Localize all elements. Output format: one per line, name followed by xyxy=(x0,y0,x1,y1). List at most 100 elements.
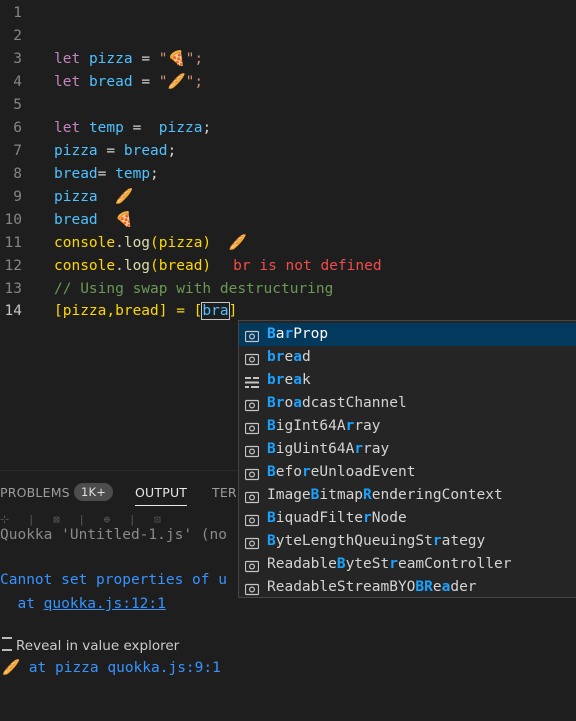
string-end: "; xyxy=(185,51,204,67)
code-line[interactable]: 12 console.log(bread) br is not defined xyxy=(0,255,576,278)
string-quote: " xyxy=(158,74,168,90)
output-toolbar-icons: ⊹ | ⊠ | ⊕ | ⊡ xyxy=(0,513,167,526)
suggestion-item[interactable]: BroadcastChannel xyxy=(239,392,576,415)
suggestion-item[interactable]: bread xyxy=(239,346,576,369)
line-number: 6 xyxy=(13,120,22,136)
label-segment: ategy xyxy=(441,533,486,549)
code-line[interactable]: 13 // Using swap with destructuring xyxy=(0,278,576,301)
suggestion-item[interactable]: ReadableByteStreamController xyxy=(239,553,576,576)
symbol-variable-icon xyxy=(244,397,260,412)
keyword: let xyxy=(54,74,81,90)
code-line[interactable]: 6 let temp = pizza; xyxy=(0,117,576,140)
operator: = xyxy=(106,143,116,159)
match-highlight: r xyxy=(432,533,442,549)
tab-problems[interactable]: PROBLEMS 1K+ xyxy=(0,483,114,501)
destructuring-expression: [pizza,bread] = [ xyxy=(54,303,203,319)
pizza-emoji: 🍕 xyxy=(167,51,186,67)
code-line[interactable]: 10 bread 🍕 xyxy=(0,209,576,232)
output-trace-line: 🥖 at pizza quokka.js:9:1 xyxy=(2,660,221,676)
label-segment: Node xyxy=(371,510,407,526)
suggestion-item[interactable]: break xyxy=(239,369,576,392)
suggestion-label: BarProp xyxy=(267,323,328,346)
identifier: console xyxy=(54,258,116,274)
call-args: (pizza) xyxy=(150,235,212,251)
string-end: "; xyxy=(185,74,204,90)
suggestion-item[interactable]: ByteLengthQueuingStrategy xyxy=(239,530,576,553)
suggestion-item[interactable]: BarProp xyxy=(239,323,576,346)
code-line[interactable]: 2 xyxy=(0,25,576,48)
identifier: pizza xyxy=(158,120,203,136)
output-stack-line: at quokka.js:12:1 xyxy=(0,596,166,612)
code-line[interactable]: 3 let pizza = "🍕"; xyxy=(0,48,576,71)
reveal-in-value-explorer[interactable]: Reveal in value explorer xyxy=(2,637,179,654)
string-quote: " xyxy=(158,51,168,67)
symbol-variable-icon xyxy=(244,351,260,366)
match-highlight: a xyxy=(293,372,302,388)
suggestion-item[interactable]: BigUint64Array xyxy=(239,438,576,461)
label-segment: itmap xyxy=(319,487,364,503)
line-number: 1 xyxy=(13,5,22,21)
symbol-keyword-icon xyxy=(245,374,259,388)
code-line[interactable]: 5 xyxy=(0,94,576,117)
code-line[interactable]: 1 xyxy=(0,2,576,25)
match-highlight: r xyxy=(284,326,294,342)
label-segment: der xyxy=(450,579,477,595)
identifier: bread xyxy=(54,212,98,228)
keyword: let xyxy=(54,120,81,136)
keyword: let xyxy=(54,51,81,67)
code-line[interactable]: 9 pizza 🥖 xyxy=(0,186,576,209)
label-segment: e xyxy=(284,372,294,388)
suggestion-label: ReadableByteStreamController xyxy=(267,553,511,576)
operator: = xyxy=(132,120,142,136)
punctuation: ; xyxy=(202,120,212,136)
source-link[interactable]: quokka.js:12:1 xyxy=(44,596,166,612)
label-segment: dcastChannel xyxy=(301,395,407,411)
suggestion-label: ReadableStreamBYOBReader xyxy=(267,576,477,599)
match-highlight: B xyxy=(267,441,276,457)
suggestion-item[interactable]: ImageBitmapRenderingContext xyxy=(239,484,576,507)
tab-output[interactable]: OUTPUT xyxy=(135,485,188,506)
punctuation: . xyxy=(115,235,124,251)
quokka-value-emoji: 🥖 xyxy=(228,235,247,251)
suggestion-label: BeforeUnloadEvent xyxy=(267,461,415,484)
label-segment: d xyxy=(301,349,311,365)
label-segment: igUint64A xyxy=(275,441,355,457)
match-highlight: r xyxy=(345,418,355,434)
symbol-variable-icon xyxy=(244,581,260,596)
code-line[interactable]: 7 pizza = bread; xyxy=(0,140,576,163)
line-number: 2 xyxy=(13,28,22,44)
label-segment: yteLengthQueuingSt xyxy=(275,533,433,549)
symbol-variable-icon xyxy=(244,443,260,458)
suggestion-item[interactable]: BigInt64Array xyxy=(239,415,576,438)
line-number: 12 xyxy=(4,258,22,274)
label-segment: eamController xyxy=(397,556,512,572)
function-name: log xyxy=(123,235,151,251)
line-number: 4 xyxy=(13,74,22,90)
code-line[interactable]: 8 bread= temp; xyxy=(0,163,576,186)
quokka-value-emoji: 🍕 xyxy=(115,212,134,228)
autocomplete-widget[interactable]: BarProp bread break BroadcastChannel BigInt6… xyxy=(238,320,576,598)
bread-emoji: 🥖 xyxy=(2,660,21,676)
match-highlight: a xyxy=(293,395,302,411)
match-highlight: B xyxy=(267,418,276,434)
suggestion-item[interactable]: ReadableStreamBYOBReader xyxy=(239,576,576,599)
label-segment: yteSt xyxy=(345,556,390,572)
quokka-error-message: br is not defined xyxy=(233,258,382,274)
code-line[interactable]: 11 console.log(pizza) 🥖 xyxy=(0,232,576,255)
label-segment: efo xyxy=(275,464,302,480)
symbol-variable-icon xyxy=(244,558,260,573)
label-segment: igInt64A xyxy=(275,418,346,434)
match-highlight: B xyxy=(267,326,276,342)
label-segment: iquadFilte xyxy=(275,510,364,526)
suggestion-item[interactable]: BiquadFilterNode xyxy=(239,507,576,530)
suggestion-item[interactable]: BeforeUnloadEvent xyxy=(239,461,576,484)
function-name: log xyxy=(123,258,151,274)
code-line[interactable]: 4 let bread = "🥖"; xyxy=(0,71,576,94)
match-highlight: a xyxy=(293,349,302,365)
label-segment: o xyxy=(284,395,294,411)
symbol-variable-icon xyxy=(244,535,260,550)
identifier: console xyxy=(54,235,116,251)
line-number: 13 xyxy=(4,281,22,297)
identifier: pizza xyxy=(88,51,133,67)
match-highlight: br xyxy=(267,349,285,365)
